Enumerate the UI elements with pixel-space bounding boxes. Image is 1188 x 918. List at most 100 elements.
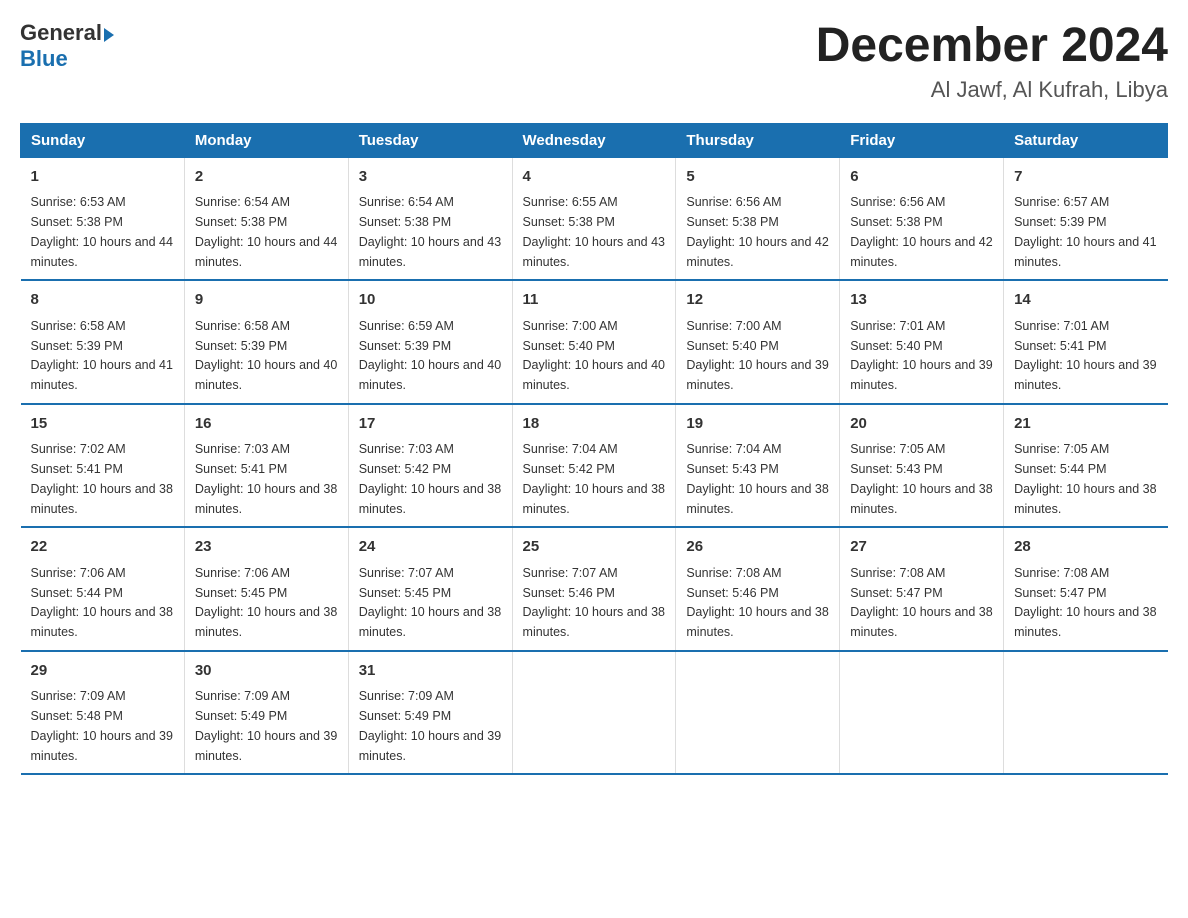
day-cell: 22 Sunrise: 7:06 AMSunset: 5:44 PMDaylig… xyxy=(21,527,185,651)
day-cell: 29 Sunrise: 7:09 AMSunset: 5:48 PMDaylig… xyxy=(21,651,185,775)
day-cell: 23 Sunrise: 7:06 AMSunset: 5:45 PMDaylig… xyxy=(184,527,348,651)
logo-blue-text: Blue xyxy=(20,46,68,72)
logo-arrow-icon xyxy=(104,28,114,42)
day-number: 12 xyxy=(686,289,829,312)
day-info: Sunrise: 7:09 AMSunset: 5:48 PMDaylight:… xyxy=(31,689,173,762)
day-number: 19 xyxy=(686,413,829,436)
column-header-monday: Monday xyxy=(184,123,348,157)
title-block: December 2024 Al Jawf, Al Kufrah, Libya xyxy=(816,20,1168,103)
day-number: 10 xyxy=(359,289,502,312)
day-info: Sunrise: 7:04 AMSunset: 5:43 PMDaylight:… xyxy=(686,442,828,515)
day-cell: 13 Sunrise: 7:01 AMSunset: 5:40 PMDaylig… xyxy=(840,280,1004,404)
day-info: Sunrise: 6:55 AMSunset: 5:38 PMDaylight:… xyxy=(523,195,665,268)
day-number: 8 xyxy=(31,289,174,312)
day-info: Sunrise: 7:05 AMSunset: 5:43 PMDaylight:… xyxy=(850,442,992,515)
day-cell: 21 Sunrise: 7:05 AMSunset: 5:44 PMDaylig… xyxy=(1004,404,1168,528)
day-number: 2 xyxy=(195,166,338,189)
day-info: Sunrise: 7:06 AMSunset: 5:45 PMDaylight:… xyxy=(195,566,337,639)
day-number: 28 xyxy=(1014,536,1157,559)
day-info: Sunrise: 7:08 AMSunset: 5:47 PMDaylight:… xyxy=(1014,566,1156,639)
week-row-2: 8 Sunrise: 6:58 AMSunset: 5:39 PMDayligh… xyxy=(21,280,1168,404)
day-cell: 7 Sunrise: 6:57 AMSunset: 5:39 PMDayligh… xyxy=(1004,157,1168,280)
day-number: 31 xyxy=(359,660,502,683)
day-info: Sunrise: 7:08 AMSunset: 5:47 PMDaylight:… xyxy=(850,566,992,639)
logo-general-text: General xyxy=(20,20,102,46)
day-cell: 31 Sunrise: 7:09 AMSunset: 5:49 PMDaylig… xyxy=(348,651,512,775)
day-info: Sunrise: 6:54 AMSunset: 5:38 PMDaylight:… xyxy=(195,195,337,268)
day-info: Sunrise: 7:07 AMSunset: 5:46 PMDaylight:… xyxy=(523,566,665,639)
day-number: 21 xyxy=(1014,413,1157,436)
day-number: 20 xyxy=(850,413,993,436)
day-cell: 27 Sunrise: 7:08 AMSunset: 5:47 PMDaylig… xyxy=(840,527,1004,651)
day-info: Sunrise: 7:09 AMSunset: 5:49 PMDaylight:… xyxy=(359,689,501,762)
day-cell: 30 Sunrise: 7:09 AMSunset: 5:49 PMDaylig… xyxy=(184,651,348,775)
day-cell: 14 Sunrise: 7:01 AMSunset: 5:41 PMDaylig… xyxy=(1004,280,1168,404)
day-info: Sunrise: 7:03 AMSunset: 5:41 PMDaylight:… xyxy=(195,442,337,515)
calendar-table: SundayMondayTuesdayWednesdayThursdayFrid… xyxy=(20,123,1168,776)
column-header-sunday: Sunday xyxy=(21,123,185,157)
day-info: Sunrise: 6:57 AMSunset: 5:39 PMDaylight:… xyxy=(1014,195,1156,268)
week-row-1: 1 Sunrise: 6:53 AMSunset: 5:38 PMDayligh… xyxy=(21,157,1168,280)
day-cell: 4 Sunrise: 6:55 AMSunset: 5:38 PMDayligh… xyxy=(512,157,676,280)
day-cell: 19 Sunrise: 7:04 AMSunset: 5:43 PMDaylig… xyxy=(676,404,840,528)
day-cell: 24 Sunrise: 7:07 AMSunset: 5:45 PMDaylig… xyxy=(348,527,512,651)
day-info: Sunrise: 6:59 AMSunset: 5:39 PMDaylight:… xyxy=(359,319,501,392)
day-cell: 20 Sunrise: 7:05 AMSunset: 5:43 PMDaylig… xyxy=(840,404,1004,528)
day-cell: 8 Sunrise: 6:58 AMSunset: 5:39 PMDayligh… xyxy=(21,280,185,404)
day-number: 1 xyxy=(31,166,174,189)
column-header-thursday: Thursday xyxy=(676,123,840,157)
day-info: Sunrise: 7:04 AMSunset: 5:42 PMDaylight:… xyxy=(523,442,665,515)
day-cell: 16 Sunrise: 7:03 AMSunset: 5:41 PMDaylig… xyxy=(184,404,348,528)
day-info: Sunrise: 7:01 AMSunset: 5:41 PMDaylight:… xyxy=(1014,319,1156,392)
day-cell: 18 Sunrise: 7:04 AMSunset: 5:42 PMDaylig… xyxy=(512,404,676,528)
day-number: 22 xyxy=(31,536,174,559)
week-row-5: 29 Sunrise: 7:09 AMSunset: 5:48 PMDaylig… xyxy=(21,651,1168,775)
day-cell: 3 Sunrise: 6:54 AMSunset: 5:38 PMDayligh… xyxy=(348,157,512,280)
day-info: Sunrise: 7:06 AMSunset: 5:44 PMDaylight:… xyxy=(31,566,173,639)
day-info: Sunrise: 7:09 AMSunset: 5:49 PMDaylight:… xyxy=(195,689,337,762)
week-row-4: 22 Sunrise: 7:06 AMSunset: 5:44 PMDaylig… xyxy=(21,527,1168,651)
day-cell: 12 Sunrise: 7:00 AMSunset: 5:40 PMDaylig… xyxy=(676,280,840,404)
day-cell xyxy=(512,651,676,775)
day-info: Sunrise: 7:05 AMSunset: 5:44 PMDaylight:… xyxy=(1014,442,1156,515)
day-info: Sunrise: 7:01 AMSunset: 5:40 PMDaylight:… xyxy=(850,319,992,392)
week-row-3: 15 Sunrise: 7:02 AMSunset: 5:41 PMDaylig… xyxy=(21,404,1168,528)
day-cell: 1 Sunrise: 6:53 AMSunset: 5:38 PMDayligh… xyxy=(21,157,185,280)
month-title: December 2024 xyxy=(816,20,1168,73)
column-header-wednesday: Wednesday xyxy=(512,123,676,157)
day-cell: 28 Sunrise: 7:08 AMSunset: 5:47 PMDaylig… xyxy=(1004,527,1168,651)
day-cell xyxy=(840,651,1004,775)
day-number: 4 xyxy=(523,166,666,189)
day-number: 7 xyxy=(1014,166,1157,189)
day-info: Sunrise: 6:58 AMSunset: 5:39 PMDaylight:… xyxy=(31,319,173,392)
day-number: 9 xyxy=(195,289,338,312)
day-number: 30 xyxy=(195,660,338,683)
day-cell xyxy=(1004,651,1168,775)
day-number: 6 xyxy=(850,166,993,189)
day-number: 27 xyxy=(850,536,993,559)
page-header: General Blue December 2024 Al Jawf, Al K… xyxy=(20,20,1168,103)
day-info: Sunrise: 6:56 AMSunset: 5:38 PMDaylight:… xyxy=(850,195,992,268)
column-header-tuesday: Tuesday xyxy=(348,123,512,157)
day-number: 13 xyxy=(850,289,993,312)
day-number: 18 xyxy=(523,413,666,436)
day-cell: 2 Sunrise: 6:54 AMSunset: 5:38 PMDayligh… xyxy=(184,157,348,280)
day-number: 14 xyxy=(1014,289,1157,312)
day-number: 15 xyxy=(31,413,174,436)
day-cell: 10 Sunrise: 6:59 AMSunset: 5:39 PMDaylig… xyxy=(348,280,512,404)
day-cell: 11 Sunrise: 7:00 AMSunset: 5:40 PMDaylig… xyxy=(512,280,676,404)
location-title: Al Jawf, Al Kufrah, Libya xyxy=(816,77,1168,103)
logo: General Blue xyxy=(20,20,114,72)
day-info: Sunrise: 6:56 AMSunset: 5:38 PMDaylight:… xyxy=(686,195,828,268)
day-number: 16 xyxy=(195,413,338,436)
day-cell: 6 Sunrise: 6:56 AMSunset: 5:38 PMDayligh… xyxy=(840,157,1004,280)
day-info: Sunrise: 7:00 AMSunset: 5:40 PMDaylight:… xyxy=(686,319,828,392)
day-number: 26 xyxy=(686,536,829,559)
day-cell: 26 Sunrise: 7:08 AMSunset: 5:46 PMDaylig… xyxy=(676,527,840,651)
day-info: Sunrise: 6:54 AMSunset: 5:38 PMDaylight:… xyxy=(359,195,501,268)
day-cell xyxy=(676,651,840,775)
day-number: 23 xyxy=(195,536,338,559)
column-header-saturday: Saturday xyxy=(1004,123,1168,157)
day-info: Sunrise: 7:02 AMSunset: 5:41 PMDaylight:… xyxy=(31,442,173,515)
day-number: 5 xyxy=(686,166,829,189)
